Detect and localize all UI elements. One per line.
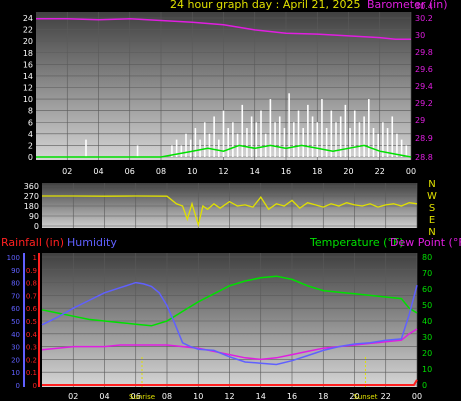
barometer-y-tick-label: 28.8: [415, 153, 433, 162]
wind-x-tick-label: 14: [250, 167, 260, 176]
compass-label: N: [428, 179, 435, 190]
humidity-y-tick-label: 40: [11, 331, 20, 339]
wind-x-tick-label: 12: [218, 167, 228, 176]
humidity-y-tick-label: 80: [11, 280, 20, 288]
humidity-y-tick-label: 60: [11, 305, 20, 313]
compass-label: S: [429, 203, 435, 214]
weather-graph-page: Windspeed (kts) 24 hour graph day : Apri…: [0, 0, 461, 401]
graph-title: 24 hour graph day : April 21, 2025: [170, 0, 360, 11]
temp-x-tick-label: 16: [287, 392, 297, 401]
wind-y-tick-label: 10: [23, 95, 33, 104]
rainfall-y-tick-label: 0.7: [26, 292, 37, 300]
compass-label: W: [427, 191, 437, 202]
compass-label: E: [429, 215, 435, 226]
wind-y-tick-label: 4: [28, 130, 33, 139]
wind-y-tick-label: 2: [28, 141, 33, 150]
humidity-axis-title: Humidity: [67, 236, 117, 249]
barometer-y-tick-label: 30: [415, 31, 425, 40]
wind-y-tick-label: 0: [28, 153, 33, 162]
temperature-y-tick-label: 60: [422, 285, 432, 294]
wind-x-tick-label: 00: [406, 167, 416, 176]
sun-marker-label: Sunrise: [129, 393, 155, 401]
direction-y-tick-label: 270: [24, 192, 39, 201]
temp-x-tick-label: 22: [381, 392, 391, 401]
barometer-y-tick-label: 29.2: [415, 99, 433, 108]
direction-y-tick-label: 0: [34, 222, 39, 231]
humidity-y-tick-label: 50: [11, 318, 20, 326]
dewpoint-axis-title: Dew Point (°F): [390, 236, 461, 249]
wind-y-tick-label: 6: [28, 118, 33, 127]
humidity-y-tick-label: 30: [11, 344, 20, 352]
wind-x-tick-label: 22: [375, 167, 385, 176]
rainfall-y-tick-label: 0.3: [26, 344, 37, 352]
humidity-y-tick-label: 20: [11, 356, 20, 364]
rainfall-y-tick-label: 0: [33, 382, 37, 390]
temp-x-tick-label: 00: [412, 392, 422, 401]
wind-y-tick-label: 16: [23, 60, 33, 69]
wind-y-tick-label: 14: [23, 72, 33, 81]
rainfall-y-tick-label: 0.4: [26, 331, 38, 339]
temp-x-tick-label: 18: [318, 392, 328, 401]
humidity-y-tick-label: 0: [16, 382, 20, 390]
temperature-y-tick-label: 40: [422, 317, 432, 326]
temperature-y-tick-label: 50: [422, 301, 432, 310]
wind-y-tick-label: 20: [23, 37, 33, 46]
wind-x-tick-label: 18: [312, 167, 322, 176]
wind-x-tick-label: 02: [62, 167, 72, 176]
wind-x-tick-label: 20: [343, 167, 353, 176]
direction-y-tick-label: 180: [24, 202, 39, 211]
barometer-y-tick-label: 30.4: [415, 2, 433, 11]
rainfall-y-tick-label: 0.5: [26, 318, 37, 326]
rainfall-axis-title: Rainfall (in): [1, 236, 64, 249]
wind-x-tick-label: 04: [93, 167, 103, 176]
windspeed-axis-title: Windspeed (kts): [36, 0, 125, 11]
barometer-y-tick-label: 29.6: [415, 65, 433, 74]
rainfall-y-tick-label: 0.1: [26, 369, 37, 377]
temperature-y-tick-label: 20: [422, 349, 432, 358]
weather-graph-svg: Windspeed (kts) 24 hour graph day : Apri…: [1, 0, 461, 401]
rainfall-y-tick-label: 0.2: [26, 356, 37, 364]
humidity-y-tick-label: 100: [7, 254, 20, 262]
humidity-y-tick-label: 90: [11, 267, 20, 275]
temperature-y-tick-label: 80: [422, 253, 432, 262]
barometer-y-tick-label: 29.8: [415, 48, 433, 57]
temp-x-tick-label: 04: [99, 392, 109, 401]
sun-marker-label: Sunset: [353, 393, 377, 401]
barometer-y-tick-label: 30.2: [415, 14, 433, 23]
wind-x-tick-label: 06: [125, 167, 135, 176]
wind-x-tick-label: 10: [187, 167, 197, 176]
wind-y-tick-label: 12: [23, 84, 33, 93]
direction-y-tick-label: 90: [29, 212, 39, 221]
temp-x-tick-label: 02: [68, 392, 78, 401]
humidity-y-tick-label: 10: [11, 369, 20, 377]
wind-y-tick-label: 22: [23, 26, 33, 35]
temp-x-tick-label: 10: [193, 392, 203, 401]
wind-x-tick-label: 16: [281, 167, 291, 176]
direction-y-tick-label: 360: [24, 182, 39, 191]
temp-x-tick-label: 08: [162, 392, 172, 401]
wind-x-tick-label: 08: [156, 167, 166, 176]
temp-x-tick-label: 12: [224, 392, 234, 401]
barometer-axis-title: Barometer (in): [367, 0, 448, 11]
temp-x-tick-label: 14: [256, 392, 266, 401]
temperature-y-tick-label: 70: [422, 269, 432, 278]
barometer-y-tick-label: 29: [415, 116, 425, 125]
wind-y-tick-label: 24: [23, 14, 33, 23]
rainfall-y-tick-label: 0.8: [26, 280, 37, 288]
barometer-y-tick-label: 28.9: [415, 134, 433, 143]
humidity-y-tick-label: 70: [11, 292, 20, 300]
temperature-y-tick-label: 0: [422, 381, 427, 390]
rainfall-y-tick-label: 1: [33, 254, 37, 262]
rainfall-y-tick-label: 0.6: [26, 305, 38, 313]
rainfall-y-tick-label: 0.9: [26, 267, 37, 275]
wind-y-tick-label: 8: [28, 107, 33, 116]
temperature-y-tick-label: 30: [422, 333, 432, 342]
temperature-y-tick-label: 10: [422, 365, 432, 374]
barometer-y-tick-label: 29.4: [415, 82, 433, 91]
wind-y-tick-label: 18: [23, 49, 33, 58]
